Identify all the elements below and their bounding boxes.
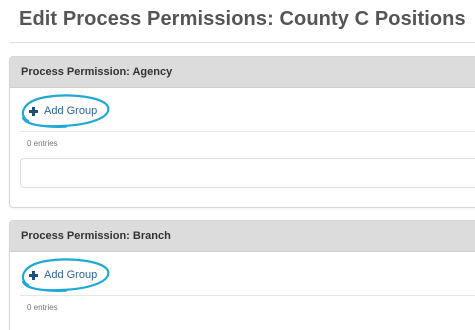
agency-add-group-label: Add Group [44,105,98,117]
plus-icon [29,270,38,280]
page-title: Edit Process Permissions: County C Posit… [19,8,466,30]
branch-panel-title: Process Permission: Branch [21,230,171,242]
agency-entries-divider [20,131,475,132]
agency-panel-title: Process Permission: Agency [21,66,173,78]
title-divider [10,42,475,43]
branch-add-group-button[interactable]: Add Group [29,269,97,281]
agency-add-group-button[interactable]: Add Group [29,105,97,117]
agency-entries-count: 0 entries [27,139,58,148]
agency-panel-heading: Process Permission: Agency [10,57,475,88]
branch-entries-divider [20,295,475,296]
plus-icon [29,106,38,116]
branch-add-group-label: Add Group [44,269,98,281]
agency-permission-panel: Process Permission: Agency Add Group 0 e… [9,56,475,208]
branch-entries-count: 0 entries [27,303,58,312]
page: Edit Process Permissions: County C Posit… [0,0,475,330]
agency-groups-table [20,158,475,188]
branch-permission-panel: Process Permission: Branch Add Group 0 e… [9,220,475,330]
branch-panel-heading: Process Permission: Branch [10,221,475,252]
